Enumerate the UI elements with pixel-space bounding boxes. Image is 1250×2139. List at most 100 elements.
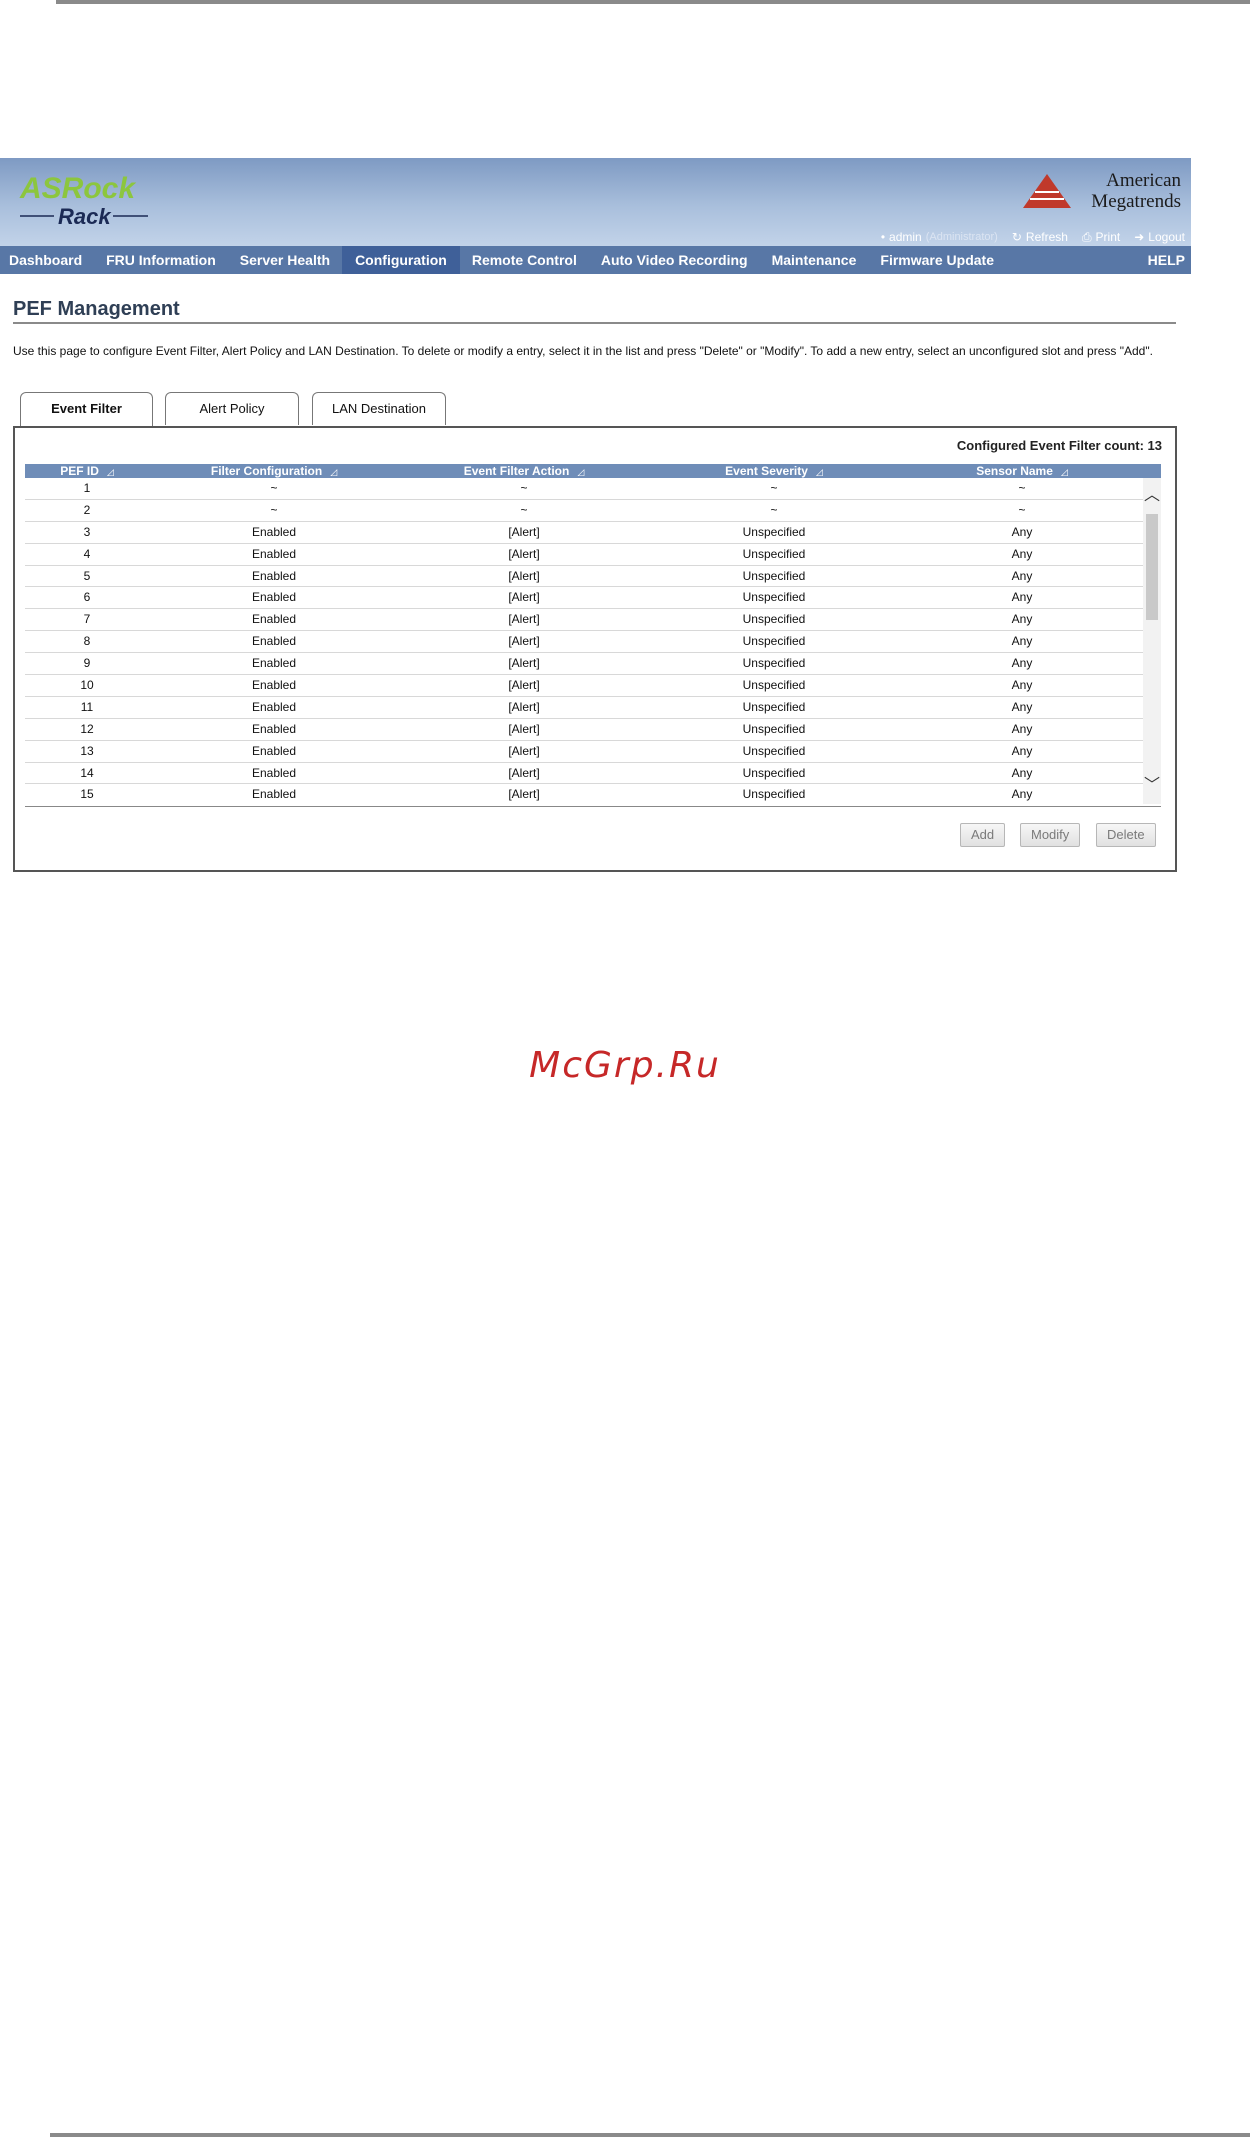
table-cell: 15 [80,787,94,802]
table-cell: 1 [83,481,91,495]
table-row[interactable]: 8 Enabled [Alert] Unspecified Any [25,631,1143,654]
table-cell: Unspecified [742,678,806,693]
configured-count: Configured Event Filter count: 13 [956,438,1162,453]
table-cell: Enabled [251,787,297,802]
table-row[interactable]: 13 Enabled [Alert] Unspecified Any [25,741,1143,763]
table-cell: ~ [1018,502,1026,517]
add-button[interactable]: Add [960,823,1006,847]
table-cell: ~ [770,481,778,495]
nav-auto-video-recording[interactable]: Auto Video Recording [589,246,760,274]
ami-triangle-icon [1023,174,1071,208]
table-cell: Any [1011,787,1033,802]
table-cell: [Alert] [508,612,540,627]
table-cell: Enabled [251,546,297,561]
table-row[interactable]: 3 Enabled [Alert] Unspecified Any [25,522,1143,544]
logout-link[interactable]: ➜ Logout [1134,230,1185,244]
table-cell: Enabled [251,765,297,780]
table-cell: Enabled [251,612,297,627]
table-cell: Any [1011,546,1033,561]
table-row[interactable]: 4 Enabled [Alert] Unspecified Any [25,544,1143,566]
col-header-event-filter-action[interactable]: Event Filter Action ◿ [399,464,649,478]
nav-fru-information[interactable]: FRU Information [94,246,228,274]
title-divider [13,322,1176,324]
table-row[interactable]: 1 ~ ~ ~ ~ [25,478,1143,500]
page-bottom-rule [50,2133,1250,2137]
refresh-link[interactable]: ↻ Refresh [1012,230,1068,244]
table-header: PEF ID ◿ Filter Configuration ◿ Event Filt… [25,464,1161,478]
table-cell: Enabled [251,721,297,736]
table-row[interactable]: 5 Enabled [Alert] Unspecified Any [25,566,1143,588]
print-link[interactable]: ⎙ Print [1082,230,1120,245]
scroll-up-icon[interactable]: ︿ [1143,488,1161,504]
table-cell: ~ [270,481,278,495]
table-scrollbar[interactable]: ︿ ﹀ [1143,478,1161,804]
table-row[interactable]: 11 Enabled [Alert] Unspecified Any [25,697,1143,719]
table-cell: [Alert] [508,524,540,539]
table-cell: Any [1011,612,1033,627]
user-role: (Administrator) [925,231,998,243]
table-cell: 2 [83,502,91,517]
nav-server-health[interactable]: Server Health [228,246,342,274]
table-row[interactable]: 15 Enabled [Alert] Unspecified Any [25,784,1143,804]
table-cell: Unspecified [742,699,806,714]
table-cell: Enabled [251,590,297,605]
nav-remote-control[interactable]: Remote Control [460,246,589,274]
table-row[interactable]: 6 Enabled [Alert] Unspecified Any [25,587,1143,610]
page-top-rule [56,0,1250,4]
table-cell: [Alert] [508,568,540,583]
table-cell: Any [1011,590,1033,605]
table-cell: [Alert] [508,678,540,693]
table-cell: [Alert] [508,546,540,561]
table-row[interactable]: 14 Enabled [Alert] Unspecified Any [25,763,1143,785]
table-cell: Any [1011,699,1033,714]
table-cell: Unspecified [742,765,806,780]
table-cell: 13 [80,743,94,758]
tab-event-filter[interactable]: Event Filter [20,392,153,427]
nav-maintenance[interactable]: Maintenance [760,246,869,274]
main-nav: Dashboard FRU Information Server Health … [0,246,1191,274]
nav-dashboard[interactable]: Dashboard [0,246,94,274]
user-bar: • admin (Administrator) ↻ Refresh ⎙ Prin… [881,230,1185,245]
table-cell: Enabled [251,656,297,671]
table-cell: Any [1011,721,1033,736]
col-header-filter-configuration[interactable]: Filter Configuration ◿ [149,464,399,478]
table-row[interactable]: 7 Enabled [Alert] Unspecified Any [25,609,1143,632]
col-header-pef-id[interactable]: PEF ID ◿ [25,464,149,478]
tab-lan-destination[interactable]: LAN Destination [312,392,446,425]
svg-text:ASRock: ASRock [19,172,136,205]
nav-configuration[interactable]: Configuration [342,246,460,274]
col-header-event-severity[interactable]: Event Severity ◿ [649,464,899,478]
american-megatrends-logo: American Megatrends [1021,168,1181,216]
delete-button[interactable]: Delete [1096,823,1156,847]
table-row[interactable]: 9 Enabled [Alert] Unspecified Any [25,653,1143,676]
table-row[interactable]: 12 Enabled [Alert] Unspecified Any [25,719,1143,741]
table-cell: 4 [83,546,91,561]
table-cell: Unspecified [742,524,806,539]
table-cell: Any [1011,524,1033,539]
sort-icon: ◿ [106,466,114,477]
table-cell: Unspecified [742,612,806,627]
svg-text:Rack: Rack [58,204,112,229]
table-cell: 8 [83,634,91,649]
watermark: McGrp.Ru [529,1045,721,1086]
col-header-sensor-name[interactable]: Sensor Name ◿ [899,464,1145,478]
scroll-down-icon[interactable]: ﹀ [1143,778,1161,794]
table-row[interactable]: 10 Enabled [Alert] Unspecified Any [25,675,1143,697]
logout-icon: ➜ [1134,230,1145,244]
table-cell: 5 [83,568,91,583]
nav-help[interactable]: HELP [1148,246,1185,274]
asrock-rack-logo: ASRock Rack [19,172,148,229]
table-cell: [Alert] [508,721,540,736]
modify-button[interactable]: Modify [1020,823,1081,847]
tab-alert-policy[interactable]: Alert Policy [165,392,299,425]
table-cell: Enabled [251,743,297,758]
nav-firmware-update[interactable]: Firmware Update [868,246,1006,274]
table-cell: Enabled [251,634,297,649]
table-cell: Unspecified [742,568,806,583]
table-cell: ~ [1018,481,1026,495]
table-bottom-rule [25,806,1161,807]
table-row[interactable]: 2 ~ ~ ~ ~ [25,500,1143,522]
table-cell: Unspecified [742,634,806,649]
table-cell: 14 [80,765,94,780]
scroll-thumb[interactable] [1146,514,1158,620]
